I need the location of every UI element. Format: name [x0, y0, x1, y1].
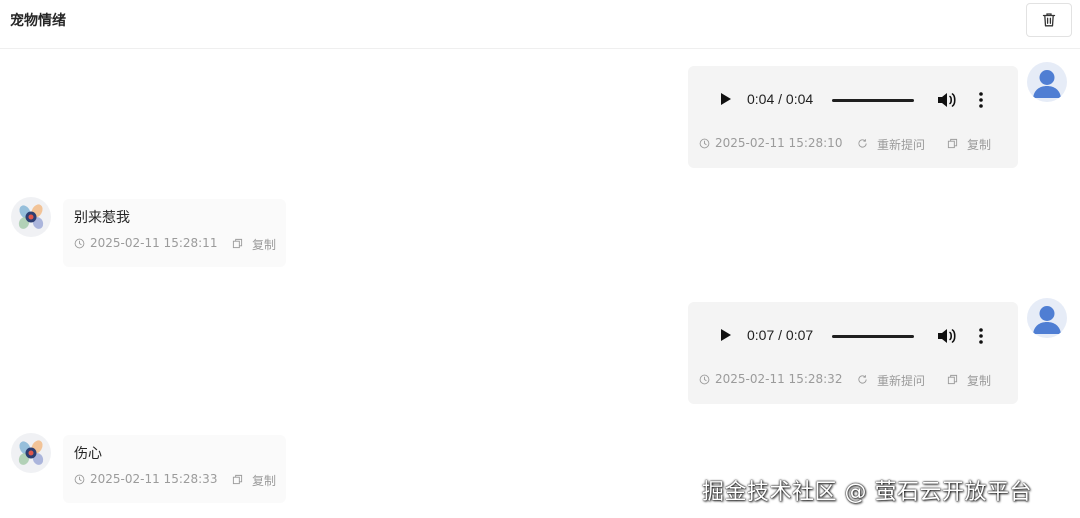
bot-message-text: 别来惹我: [74, 210, 130, 226]
chat-header: 宠物情绪: [0, 0, 1080, 49]
watermark-text: 掘金技术社区 @ 萤石云开放平台: [702, 480, 1032, 505]
page-title: 宠物情绪: [10, 13, 66, 29]
audio-time: 0:04 / 0:04: [747, 91, 814, 107]
audio-progress-fill: [832, 335, 914, 338]
pet-logo-icon: [18, 204, 44, 229]
copy-icon: [232, 238, 243, 249]
clear-chat-button[interactable]: [1026, 3, 1072, 37]
clock-icon: [74, 238, 85, 249]
message-timestamp: 2025-02-11 15:28:11: [90, 236, 218, 250]
refresh-icon: [858, 375, 867, 384]
message-meta: 2025-02-11 15:28:10 重新提问 复制: [699, 136, 1009, 152]
bot-message-bubble: 伤心 2025-02-11 15:28:33 复制: [63, 435, 286, 503]
clock-icon: [699, 138, 710, 149]
user-icon: [1033, 306, 1061, 334]
copy-label: 复制: [967, 138, 992, 152]
copy-icon: [947, 138, 958, 149]
audio-player[interactable]: 0:04 / 0:04: [708, 82, 1008, 118]
refresh-icon: [858, 139, 867, 148]
user-avatar: [1027, 298, 1067, 338]
play-icon[interactable]: [720, 92, 732, 106]
message-meta: 2025-02-11 15:28:11 复制: [74, 236, 284, 252]
user-avatar: [1027, 62, 1067, 102]
message-meta: 2025-02-11 15:28:32 重新提问 复制: [699, 372, 1009, 388]
copy-label: 复制: [252, 474, 277, 488]
audio-player[interactable]: 0:07 / 0:07: [708, 318, 1008, 354]
volume-icon[interactable]: [937, 327, 957, 345]
copy-icon: [232, 474, 243, 485]
copy-label: 复制: [967, 374, 992, 388]
user-icon: [1033, 70, 1061, 98]
regenerate-label: 重新提问: [877, 138, 926, 152]
copy-label: 复制: [252, 238, 277, 252]
copy-icon: [947, 374, 958, 385]
more-vertical-icon[interactable]: [978, 327, 984, 345]
message-timestamp: 2025-02-11 15:28:33: [90, 472, 218, 486]
clock-icon: [699, 374, 710, 385]
message-timestamp: 2025-02-11 15:28:32: [715, 372, 843, 386]
clock-icon: [74, 474, 85, 485]
play-icon[interactable]: [720, 328, 732, 342]
audio-progress-fill: [832, 99, 914, 102]
regenerate-label: 重新提问: [877, 374, 926, 388]
bot-message-bubble: 别来惹我 2025-02-11 15:28:11 复制: [63, 199, 286, 267]
message-meta: 2025-02-11 15:28:33 复制: [74, 472, 284, 488]
pet-logo-icon: [18, 440, 44, 465]
audio-progress-bar[interactable]: [832, 99, 914, 102]
bot-message-text: 伤心: [74, 446, 102, 462]
volume-icon[interactable]: [937, 91, 957, 109]
message-timestamp: 2025-02-11 15:28:10: [715, 136, 843, 150]
audio-time: 0:07 / 0:07: [747, 327, 814, 343]
more-vertical-icon[interactable]: [978, 91, 984, 109]
bot-avatar: [11, 197, 51, 237]
bot-avatar: [11, 433, 51, 473]
user-message-bubble: 0:07 / 0:07 2025-02-11 15:28:32 重新提问 复制: [688, 302, 1018, 404]
user-message-bubble: 0:04 / 0:04 2025-02-11 15:28:10 重新提问 复制: [688, 66, 1018, 168]
audio-progress-bar[interactable]: [832, 335, 914, 338]
trash-icon: [1042, 13, 1056, 27]
